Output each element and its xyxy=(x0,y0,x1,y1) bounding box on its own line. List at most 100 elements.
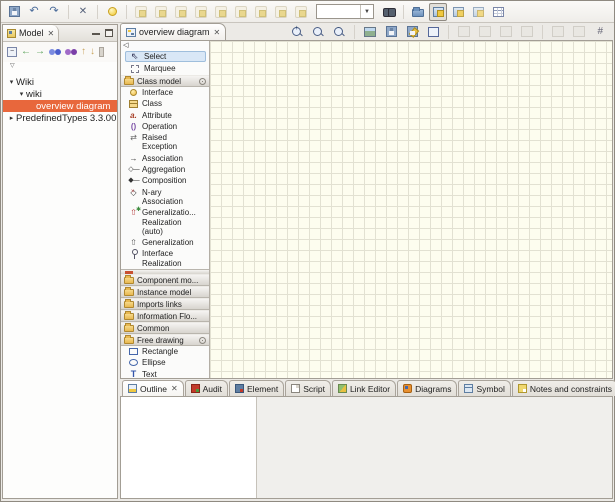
move-down-icon[interactable]: ↓ xyxy=(90,47,95,57)
palette-item-generalization[interactable]: ⇧ Generalization xyxy=(121,237,209,248)
palette-section-free-drawing[interactable]: Free drawing xyxy=(121,334,209,346)
raised-exception-icon: ⇄ xyxy=(128,133,139,152)
search-button[interactable] xyxy=(380,3,398,21)
create-tool-button-9[interactable] xyxy=(292,3,310,21)
close-icon[interactable]: ✕ xyxy=(214,28,221,37)
tab-overview-diagram[interactable]: overview diagram ✕ xyxy=(120,23,226,40)
clipped-palette-section[interactable] xyxy=(121,269,209,274)
open-perspective-button[interactable] xyxy=(409,3,427,21)
minimize-icon[interactable] xyxy=(92,29,100,37)
palette-item-generalization-realization-auto[interactable]: ⇧✱ Generalizatio... Realization (auto) xyxy=(121,207,209,237)
redo-button[interactable]: ↷ xyxy=(45,3,63,21)
palette-item-class[interactable]: Class xyxy=(121,98,209,109)
expander-icon[interactable]: ▾ xyxy=(17,90,26,98)
palette-tool-marquee[interactable]: Marquee xyxy=(125,63,206,74)
save-diagram-button[interactable] xyxy=(382,23,400,41)
create-tool-button-5[interactable] xyxy=(212,3,230,21)
pin-icon[interactable] xyxy=(199,337,206,344)
tab-outline[interactable]: Outline ✕ xyxy=(122,380,184,396)
close-icon[interactable]: ✕ xyxy=(171,384,178,393)
delete-button[interactable]: ✕ xyxy=(74,3,92,21)
palette-item-interface-realization[interactable]: Interface Realization xyxy=(121,248,209,269)
rectangle-icon xyxy=(128,347,139,356)
close-icon[interactable]: ✕ xyxy=(48,29,55,38)
palette-section-common[interactable]: Common xyxy=(121,322,209,334)
palette-item-association[interactable]: → Association xyxy=(121,153,209,164)
palette-item-operation[interactable]: () Operation xyxy=(121,121,209,132)
tab-script[interactable]: Script xyxy=(285,380,331,396)
palette-item-interface[interactable]: Interface xyxy=(121,87,209,98)
disabled-tool-button-2[interactable] xyxy=(476,23,494,41)
nav-forward-icon[interactable]: → xyxy=(35,47,45,57)
perspective-button-2[interactable] xyxy=(449,3,467,21)
tab-element[interactable]: Element xyxy=(229,380,284,396)
palette-section-instance-model[interactable]: Instance model xyxy=(121,286,209,298)
tree-row-predefined-types[interactable]: ▸ PredefinedTypes 3.3.00 xyxy=(3,112,117,124)
disabled-tool-button-3[interactable] xyxy=(497,23,515,41)
outline-content-area[interactable] xyxy=(121,397,257,498)
perspective-button-3[interactable] xyxy=(469,3,487,21)
create-tool-button-2[interactable] xyxy=(152,3,170,21)
view-menu-chevron[interactable]: ▽ xyxy=(3,62,117,72)
align-button[interactable] xyxy=(549,23,567,41)
tab-notes-and-constraints[interactable]: Notes and constraints xyxy=(512,380,615,396)
pin-icon[interactable] xyxy=(199,78,206,85)
zoom-out-button[interactable]: − xyxy=(330,23,348,41)
palette-item-nary-association[interactable]: ◇× N-ary Association xyxy=(121,187,209,208)
palette-item-composition[interactable]: ◆— Composition xyxy=(121,175,209,186)
palette-section-class-model[interactable]: Class model xyxy=(121,75,209,87)
tab-symbol[interactable]: Symbol xyxy=(458,380,510,396)
tab-audit[interactable]: Audit xyxy=(185,380,228,396)
table-view-icon xyxy=(493,7,504,17)
palette-section-component-model[interactable]: Component mo... xyxy=(121,274,209,286)
tree-row-wiki-package[interactable]: ▾ wiki xyxy=(3,88,117,100)
disabled-tool-button-1[interactable] xyxy=(455,23,473,41)
undo-button[interactable]: ↶ xyxy=(25,3,43,21)
tree-row-wiki-project[interactable]: ▾ Wiki xyxy=(3,76,117,88)
create-tool-button-7[interactable] xyxy=(252,3,270,21)
chevron-down-icon[interactable]: ▼ xyxy=(360,5,373,18)
move-up-icon[interactable]: ↑ xyxy=(81,47,86,57)
tab-link-editor[interactable]: Link Editor xyxy=(332,380,396,396)
create-tool-button-8[interactable] xyxy=(272,3,290,21)
page-frame-button[interactable] xyxy=(424,23,442,41)
export-image-button[interactable] xyxy=(361,23,379,41)
clipped-toolbar-icon[interactable] xyxy=(99,47,104,57)
zoom-actual-button[interactable] xyxy=(309,23,327,41)
modeling-perspective-button[interactable] xyxy=(429,3,447,21)
tab-model[interactable]: Model ✕ xyxy=(3,25,59,41)
palette-item-attribute[interactable]: a. Attribute xyxy=(121,110,209,121)
collapse-all-icon[interactable]: − xyxy=(7,47,17,57)
distribute-button[interactable] xyxy=(570,23,588,41)
table-view-button[interactable] xyxy=(489,3,507,21)
save-as-button[interactable] xyxy=(403,23,421,41)
tree-row-overview-diagram[interactable]: overview diagram xyxy=(3,100,117,112)
create-tool-button-3[interactable] xyxy=(172,3,190,21)
expander-icon[interactable]: ▸ xyxy=(7,114,16,122)
zoom-in-button[interactable]: + xyxy=(288,23,306,41)
maximize-icon[interactable] xyxy=(105,29,113,37)
palette-collapse-control[interactable]: ◁ xyxy=(121,42,209,51)
expander-icon[interactable]: ▾ xyxy=(7,78,16,86)
palette-item-text[interactable]: T Text xyxy=(121,369,209,378)
palette-tool-select[interactable]: ⇖ Select xyxy=(125,51,206,62)
palette-item-rectangle[interactable]: Rectangle xyxy=(121,346,209,357)
tab-diagrams[interactable]: Diagrams xyxy=(397,380,457,396)
search-combo[interactable]: ▼ xyxy=(316,4,374,19)
palette-section-information-flow[interactable]: Information Flo... xyxy=(121,310,209,322)
diagram-canvas[interactable] xyxy=(210,41,612,378)
nav-back-icon[interactable]: ← xyxy=(21,47,31,57)
trace-right-icon[interactable] xyxy=(65,47,77,57)
palette-item-ellipse[interactable]: Ellipse xyxy=(121,357,209,368)
grid-button[interactable]: # xyxy=(591,23,609,41)
palette-section-imports-links[interactable]: Imports links xyxy=(121,298,209,310)
save-button[interactable] xyxy=(5,3,23,21)
audit-button[interactable] xyxy=(103,3,121,21)
palette-item-aggregation[interactable]: ◇— Aggregation xyxy=(121,164,209,175)
disabled-tool-button-4[interactable] xyxy=(518,23,536,41)
palette-item-raised-exception[interactable]: ⇄ Raised Exception xyxy=(121,132,209,153)
create-tool-button-1[interactable] xyxy=(132,3,150,21)
create-tool-button-4[interactable] xyxy=(192,3,210,21)
trace-left-icon[interactable] xyxy=(49,47,61,57)
create-tool-button-6[interactable] xyxy=(232,3,250,21)
